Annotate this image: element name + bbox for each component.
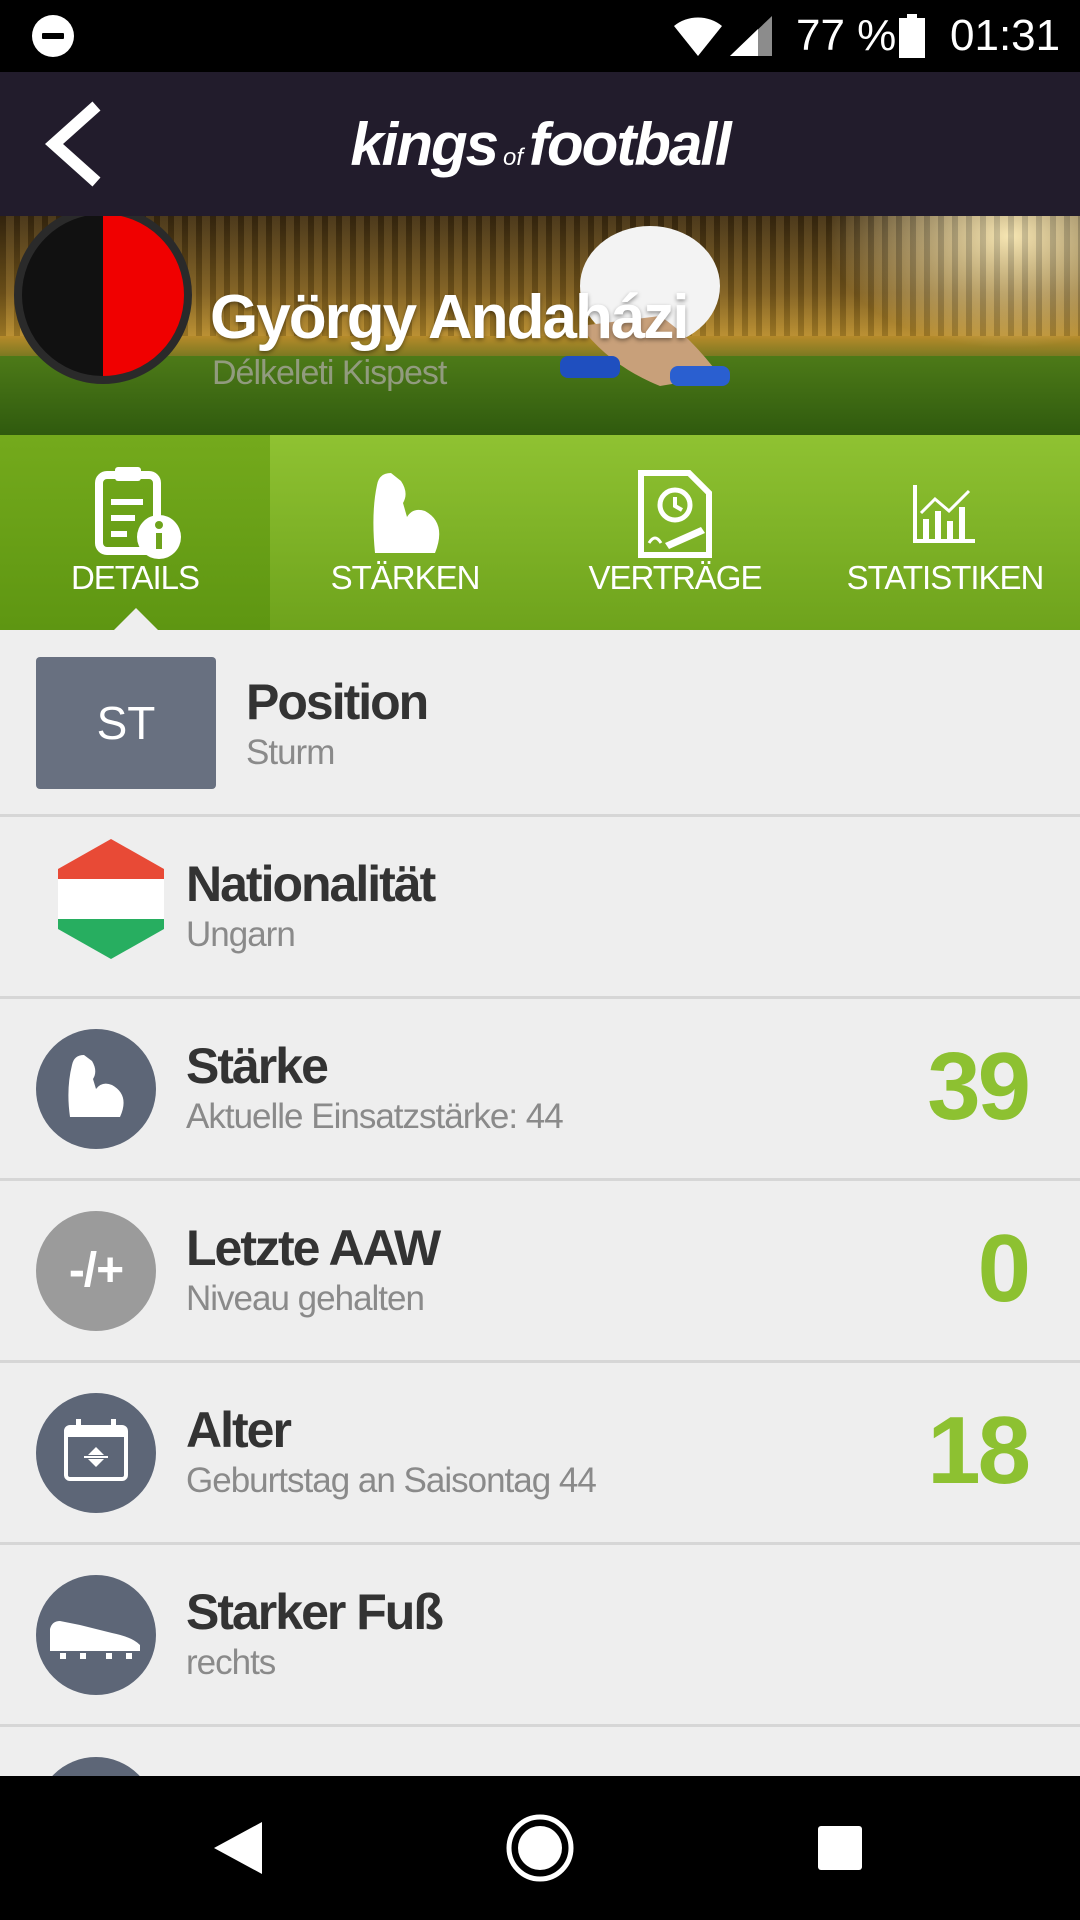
app-header: kings of football [0,72,1080,216]
list-item-strength: Stärke Aktuelle Einsatzstärke: 44 39 [0,999,1080,1181]
last-aaw-title: Letzte AAW [186,1220,441,1276]
nationality-value: Ungarn [186,915,296,954]
position-value: Sturm [246,733,335,772]
plus-minus-icon: -/+ [36,1211,156,1331]
back-triangle-icon[interactable] [202,1812,274,1884]
last-aaw-value: 0 [977,1215,1031,1322]
tab-staerken[interactable]: STÄRKEN [270,435,540,630]
app-logo: kings of football [0,110,1080,179]
logo-kings: kings [350,111,499,178]
do-not-disturb-icon [32,15,74,57]
flexed-arm-icon [68,1055,124,1117]
tab-statistiken-label: STATISTIKEN [846,559,1045,596]
clock: 01:31 [950,11,1061,60]
battery-percent: 77 % [796,11,897,60]
age-subtitle: Geburtstag an Saisontag 44 [186,1461,597,1500]
calendar-icon [64,1419,128,1481]
tab-bar: DETAILS STÄRKEN VERTRÄGE STATISTIKEN [0,435,1080,630]
player-hero-banner: György Andaházi Délkeleti Kispest [0,216,1080,435]
strong-foot-value: rechts [186,1643,276,1682]
strength-value: 39 [927,1033,1031,1140]
wifi-icon [674,17,722,57]
system-nav-bar [0,1776,1080,1920]
tab-vertraege-label: VERTRÄGE [588,559,763,596]
status-bar: 77 % 01:31 [0,0,1080,72]
list-item-nationality: Nationalität Ungarn [0,817,1080,999]
active-tab-indicator [114,608,158,630]
details-document-icon [95,467,181,559]
logo-football: football [529,111,732,178]
tab-staerken-label: STÄRKEN [330,559,481,596]
tab-vertraege[interactable]: VERTRÄGE [540,435,810,630]
recents-square-icon[interactable] [804,1812,876,1884]
strength-circle [36,1029,156,1149]
last-aaw-subtitle: Niveau gehalten [186,1279,425,1318]
tab-details-label: DETAILS [70,559,200,596]
list-item-age: Alter Geburtstag an Saisontag 44 18 [0,1363,1080,1545]
contract-icon [638,470,712,558]
player-name: György Andaházi [210,283,690,352]
battery-icon [899,14,925,58]
list-item-position: ST Position Sturm [0,635,1080,817]
signal-icon [730,16,772,56]
list-item-strong-foot: Starker Fuß rechts [0,1545,1080,1727]
player-club: Délkeleti Kispest [212,354,447,392]
position-badge: ST [36,657,216,789]
tab-details[interactable]: DETAILS [0,435,270,630]
football-boot-icon [50,1621,140,1659]
strong-foot-title: Starker Fuß [186,1584,444,1640]
list-item-last-aaw: -/+ Letzte AAW Niveau gehalten 0 [0,1181,1080,1363]
logo-of: of [503,144,524,171]
age-value: 18 [927,1397,1031,1504]
age-title: Alter [186,1402,292,1458]
home-circle-icon[interactable] [504,1812,576,1884]
strength-subtitle: Aktuelle Einsatzstärke: 44 [186,1097,564,1136]
chart-icon [913,485,975,543]
strength-title: Stärke [186,1038,329,1094]
tab-statistiken[interactable]: STATISTIKEN [810,435,1080,630]
flexed-arm-icon [373,473,440,553]
foot-circle [36,1575,156,1695]
hungary-flag-icon [58,839,164,959]
position-title: Position [246,674,429,730]
nationality-title: Nationalität [186,856,436,912]
age-circle [36,1393,156,1513]
